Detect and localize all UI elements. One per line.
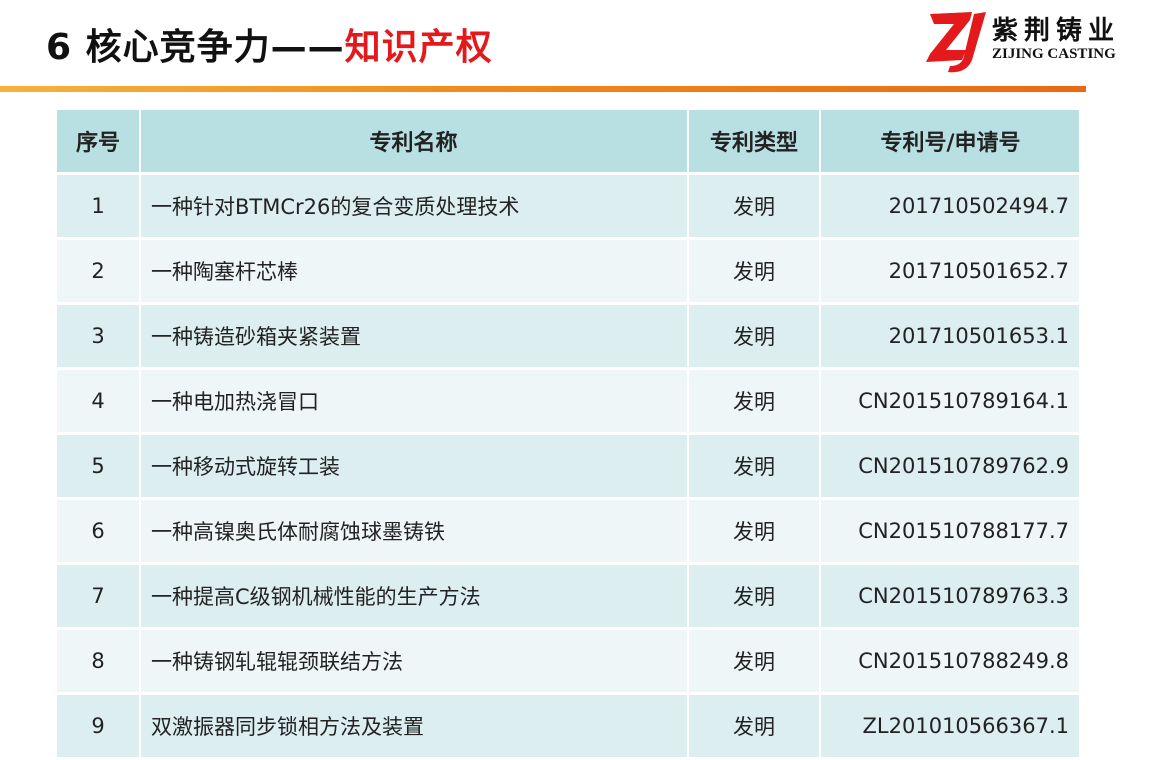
patent-type: 发明 bbox=[688, 693, 821, 760]
patent-name: 一种电加热浇冒口 bbox=[140, 368, 689, 435]
row-index: 1 bbox=[57, 173, 141, 240]
table-header-row: 序号 专利名称 专利类型 专利号/申请号 bbox=[57, 110, 1081, 175]
row-index: 6 bbox=[57, 498, 141, 565]
patent-number: CN201510788177.7 bbox=[820, 498, 1081, 565]
page-title: 6 核心竞争力——知识产权 bbox=[46, 18, 493, 70]
title-prefix: 6 核心竞争力—— bbox=[46, 27, 345, 68]
patent-type: 发明 bbox=[688, 238, 821, 305]
patent-number: CN201510789164.1 bbox=[820, 368, 1081, 435]
patent-number: 201710501653.1 bbox=[820, 303, 1081, 370]
patent-name: 一种移动式旋转工装 bbox=[140, 433, 689, 500]
logo-mark: ZJ bbox=[920, 4, 922, 5]
patent-type: 发明 bbox=[688, 368, 821, 435]
patent-table: 序号 专利名称 专利类型 专利号/申请号 1 一种针对BTMCr26的复合变质处… bbox=[57, 110, 1081, 760]
patent-number: CN201510789762.9 bbox=[820, 433, 1081, 500]
table-row: 8 一种铸钢轧辊辊颈联结方法 发明 CN201510788249.8 bbox=[57, 628, 1081, 695]
title-accent: 知识产权 bbox=[344, 27, 493, 68]
patent-number: 201710502494.7 bbox=[820, 173, 1081, 240]
row-index: 7 bbox=[57, 563, 141, 630]
column-header-number: 专利号/申请号 bbox=[820, 110, 1081, 175]
patent-type: 发明 bbox=[688, 173, 821, 240]
row-index: 3 bbox=[57, 303, 141, 370]
patent-name: 双激振器同步锁相方法及装置 bbox=[140, 693, 689, 760]
table-row: 9 双激振器同步锁相方法及装置 发明 ZL201010566367.1 bbox=[57, 693, 1081, 760]
patent-name: 一种铸钢轧辊辊颈联结方法 bbox=[140, 628, 689, 695]
patent-number: CN201510789763.3 bbox=[820, 563, 1081, 630]
table-row: 2 一种陶塞杆芯棒 发明 201710501652.7 bbox=[57, 238, 1081, 305]
patent-name: 一种高镍奥氏体耐腐蚀球墨铸铁 bbox=[140, 498, 689, 565]
patent-name: 一种针对BTMCr26的复合变质处理技术 bbox=[140, 173, 689, 240]
table-row: 6 一种高镍奥氏体耐腐蚀球墨铸铁 发明 CN201510788177.7 bbox=[57, 498, 1081, 565]
row-index: 8 bbox=[57, 628, 141, 695]
table-row: 5 一种移动式旋转工装 发明 CN201510789762.9 bbox=[57, 433, 1081, 500]
company-logo: ZJ 紫荆铸业 ZIJING CASTING bbox=[920, 4, 1156, 78]
row-index: 2 bbox=[57, 238, 141, 305]
logo-cn-name: 紫荆铸业 bbox=[992, 16, 1121, 46]
patent-type: 发明 bbox=[688, 628, 821, 695]
row-index: 4 bbox=[57, 368, 141, 435]
table-row: 7 一种提高C级钢机械性能的生产方法 发明 CN201510789763.3 bbox=[57, 563, 1081, 630]
table-row: 4 一种电加热浇冒口 发明 CN201510789164.1 bbox=[57, 368, 1081, 435]
header-divider bbox=[0, 86, 1086, 92]
patent-name: 一种铸造砂箱夹紧装置 bbox=[140, 303, 689, 370]
zj-logo-icon: ZJ bbox=[920, 4, 986, 73]
patent-name: 一种陶塞杆芯棒 bbox=[140, 238, 689, 305]
patent-number: ZL201010566367.1 bbox=[820, 693, 1081, 760]
patent-type: 发明 bbox=[688, 433, 821, 500]
patent-name: 一种提高C级钢机械性能的生产方法 bbox=[140, 563, 689, 630]
row-index: 5 bbox=[57, 433, 141, 500]
table-row: 1 一种针对BTMCr26的复合变质处理技术 发明 201710502494.7 bbox=[57, 173, 1081, 240]
column-header-index: 序号 bbox=[57, 110, 141, 175]
patent-type: 发明 bbox=[688, 303, 821, 370]
row-index: 9 bbox=[57, 693, 141, 760]
column-header-name: 专利名称 bbox=[140, 110, 689, 175]
patent-type: 发明 bbox=[688, 498, 821, 565]
column-header-type: 专利类型 bbox=[688, 110, 821, 175]
logo-en-name: ZIJING CASTING bbox=[992, 46, 1116, 62]
table-row: 3 一种铸造砂箱夹紧装置 发明 201710501653.1 bbox=[57, 303, 1081, 370]
patent-type: 发明 bbox=[688, 563, 821, 630]
patent-number: 201710501652.7 bbox=[820, 238, 1081, 305]
patent-number: CN201510788249.8 bbox=[820, 628, 1081, 695]
